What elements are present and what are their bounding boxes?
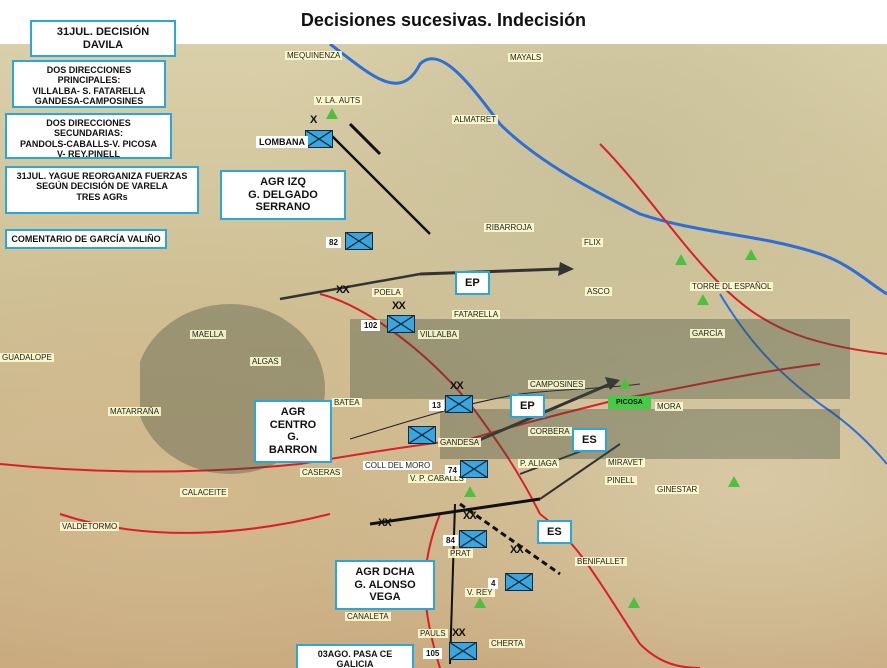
place-matarrana: MATARRAÑA (108, 407, 162, 416)
place-calaceite: CALACEITE (180, 488, 229, 497)
place-canaleta: CANALETA (345, 612, 391, 621)
place-p-aliaga: P. ALIAGA (518, 459, 560, 468)
unit-label-lombana: LOMBANA (256, 136, 308, 148)
division-marker: XX (510, 544, 524, 556)
place-benifallet: BENIFALLET (575, 557, 627, 566)
unit-label-82: 82 (326, 237, 341, 248)
unit-84[interactable] (459, 530, 487, 548)
place-ribarroja: RIBARROJA (484, 223, 534, 232)
agr-izq-box: AGR IZQ G. DELGADO SERRANO (220, 170, 346, 220)
unit-infantry-icon (388, 316, 414, 332)
unit-13[interactable] (445, 395, 473, 413)
date-box: 31JUL. DECISIÓN DAVILA (30, 20, 176, 58)
place-pinell: PINELL (605, 476, 637, 485)
peak-icon (628, 597, 640, 608)
principal-directions-box: DOS DIRECCIONES PRINCIPALES: VILLALBA- S… (12, 60, 166, 108)
place-mayals: MAYALS (508, 53, 544, 62)
place-picosa: PICOSA (608, 396, 651, 409)
place-v-la-auts: V. LA. AUTS (314, 96, 363, 105)
place-v-rey: V. REY (465, 588, 495, 597)
place-mequinenza: MEQUINENZA (285, 51, 343, 60)
unit-infantry-icon (346, 233, 372, 249)
unit-4[interactable] (505, 573, 533, 591)
unit-infantry-icon (461, 461, 487, 477)
peak-icon (619, 378, 631, 389)
tag-ep-1: EP (455, 271, 490, 295)
place-asco: ASCO (585, 287, 612, 296)
place-poela: POELA (372, 288, 403, 297)
yague-box: 31JUL. YAGUE REORGANIZA FUERZAS SEGÚN DE… (5, 166, 199, 214)
place-batea: BATEA (332, 398, 362, 407)
peak-icon (728, 476, 740, 487)
unit-74[interactable] (460, 460, 488, 478)
division-marker: XX (452, 627, 466, 639)
unit-label-74: 74 (445, 465, 460, 476)
unit-82[interactable] (345, 232, 373, 250)
unit-infantry-icon (306, 131, 332, 147)
place-fatarella: FATARELLA (452, 310, 501, 319)
unit-label-105: 105 (423, 648, 443, 659)
unit-infantry-icon (409, 427, 435, 443)
unit-infantry-icon (506, 574, 532, 590)
place-ginestar: GINESTAR (655, 485, 700, 494)
peak-icon (745, 249, 757, 260)
place-prat: PRAT (448, 549, 473, 558)
place-miravet: MIRAVET (606, 458, 645, 467)
boundary-marker: XX (336, 284, 350, 296)
place-gandesa: GANDESA (438, 438, 482, 447)
unit-lombana[interactable] (305, 130, 333, 148)
place-valdetormo: VALDETORMO (60, 522, 120, 531)
unit-label-84: 84 (443, 535, 458, 546)
peak-icon (697, 294, 709, 305)
tag-ep-2: EP (510, 394, 545, 418)
division-marker: XX (450, 380, 464, 392)
garcia-valino-box: COMENTARIO DE GARCÍA VALIÑO (5, 229, 167, 250)
place-flix: FLIX (582, 238, 603, 247)
place-caseras: CASERAS (300, 468, 343, 477)
division-marker: XX (392, 300, 406, 312)
galicia-box: 03AGO. PASA CE GALICIA (296, 644, 414, 668)
unit-102[interactable] (387, 315, 415, 333)
agr-centro-box: AGR CENTRO G. BARRON (254, 400, 332, 463)
river-ebro (329, 44, 887, 296)
place-coll-del-moro: COLL DEL MORO (363, 461, 433, 470)
secondary-directions-box: DOS DIRECCIONES SECUNDARIAS: PANDOLS-CAB… (5, 113, 172, 159)
peak-icon (326, 108, 338, 119)
watermark-logo (140, 304, 850, 474)
peak-icon (474, 597, 486, 608)
place-guadalope: GUADALOPE (0, 353, 54, 362)
place-maella: MAELLA (190, 330, 226, 339)
unit-gandesa[interactable] (408, 426, 436, 444)
division-marker: XX (463, 510, 477, 522)
unit-105[interactable] (449, 642, 477, 660)
unit-label-4: 4 (488, 578, 499, 589)
tag-es-2: ES (537, 520, 572, 544)
place-corbera: CORBERA (528, 427, 572, 436)
place-villalba: VILLALBA (418, 330, 459, 339)
place-cherta: CHERTA (489, 639, 526, 648)
unit-infantry-icon (460, 531, 486, 547)
place-pauls: PAULS (418, 629, 448, 638)
tag-es-1: ES (572, 428, 607, 452)
place-garcia: GARCÍA (690, 329, 725, 338)
place-algas: ALGAS (250, 357, 281, 366)
place-camposines: CAMPOSINES (528, 380, 586, 389)
place-almatret: ALMATRET (452, 115, 499, 124)
unit-label-13: 13 (429, 400, 444, 411)
unit-infantry-icon (446, 396, 472, 412)
unit-infantry-icon (450, 643, 476, 659)
place-torre-espanol: TORRE DL ESPAÑOL (690, 282, 774, 291)
division-marker: X (310, 114, 317, 126)
agr-dcha-box: AGR DCHA G. ALONSO VEGA (335, 560, 435, 610)
boundary-marker: XX (378, 517, 392, 529)
place-mora: MORA (655, 402, 683, 411)
unit-label-102: 102 (361, 320, 381, 331)
peak-icon (464, 486, 476, 497)
peak-icon (675, 254, 687, 265)
